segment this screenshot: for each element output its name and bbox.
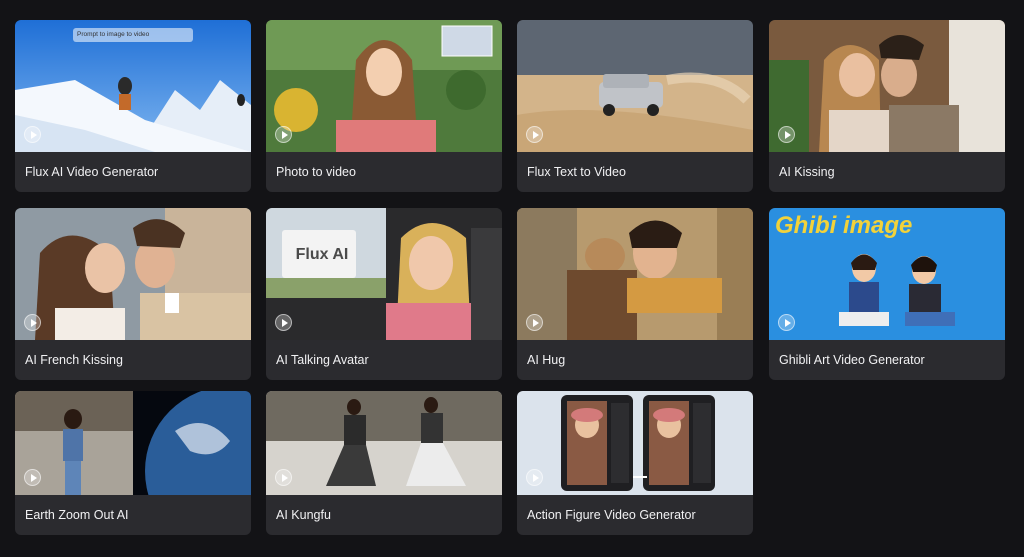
billboard-text: Flux AI: [295, 246, 349, 263]
card-title: AI French Kissing: [25, 353, 123, 367]
play-icon[interactable]: [526, 314, 543, 331]
play-icon[interactable]: [24, 126, 41, 143]
play-icon[interactable]: [275, 126, 292, 143]
play-icon[interactable]: [24, 469, 41, 486]
template-card-ai-kungfu[interactable]: AI Kungfu: [266, 391, 502, 535]
card-thumbnail: [517, 20, 753, 152]
template-card-photo-to-video[interactable]: Photo to video: [266, 20, 502, 192]
card-title: AI Hug: [527, 353, 566, 367]
ghibli-headline: Ghibi image: [775, 212, 913, 239]
card-title: AI Talking Avatar: [276, 353, 369, 367]
card-thumbnail: [517, 208, 753, 340]
play-icon[interactable]: [778, 126, 795, 143]
prompt-caption: Prompt to image to video: [73, 28, 193, 42]
play-icon[interactable]: [778, 314, 795, 331]
card-thumbnail: [517, 391, 753, 495]
card-thumbnail: Flux AI: [266, 208, 502, 340]
play-icon[interactable]: [275, 314, 292, 331]
card-title: Photo to video: [276, 165, 356, 179]
play-icon[interactable]: [526, 126, 543, 143]
card-title: AI Kungfu: [276, 508, 331, 522]
card-title: Ghibli Art Video Generator: [779, 353, 925, 367]
template-card-earth-zoom-out-ai[interactable]: Earth Zoom Out AI: [15, 391, 251, 535]
card-thumbnail: Prompt to image to video: [15, 20, 251, 152]
play-icon[interactable]: [526, 469, 543, 486]
play-icon[interactable]: [275, 469, 292, 486]
template-gallery: Prompt to image to video Flux AI Video G…: [0, 0, 1024, 557]
card-thumbnail: [266, 20, 502, 152]
card-title: Earth Zoom Out AI: [25, 508, 129, 522]
card-thumbnail: [15, 391, 251, 495]
card-thumbnail: [266, 391, 502, 495]
card-title: Flux AI Video Generator: [25, 165, 159, 179]
card-title: Action Figure Video Generator: [527, 508, 696, 522]
template-card-ai-hug[interactable]: AI Hug: [517, 208, 753, 380]
card-thumbnail: [15, 208, 251, 340]
play-icon[interactable]: [24, 314, 41, 331]
template-card-ghibli-art-video-generator[interactable]: Ghibi image Ghibli Art Video Generator: [769, 208, 1005, 380]
card-title: AI Kissing: [779, 165, 835, 179]
template-card-ai-french-kissing[interactable]: AI French Kissing: [15, 208, 251, 380]
template-card-ai-kissing[interactable]: AI Kissing: [769, 20, 1005, 192]
template-card-flux-ai-video-generator[interactable]: Prompt to image to video Flux AI Video G…: [15, 20, 251, 192]
template-card-ai-talking-avatar[interactable]: Flux AI AI Talking Avatar: [266, 208, 502, 380]
template-card-action-figure-video-generator[interactable]: Action Figure Video Generator: [517, 391, 753, 535]
card-thumbnail: Ghibi image: [769, 208, 1005, 340]
card-thumbnail: [769, 20, 1005, 152]
card-title: Flux Text to Video: [527, 165, 626, 179]
template-card-flux-text-to-video[interactable]: Flux Text to Video: [517, 20, 753, 192]
